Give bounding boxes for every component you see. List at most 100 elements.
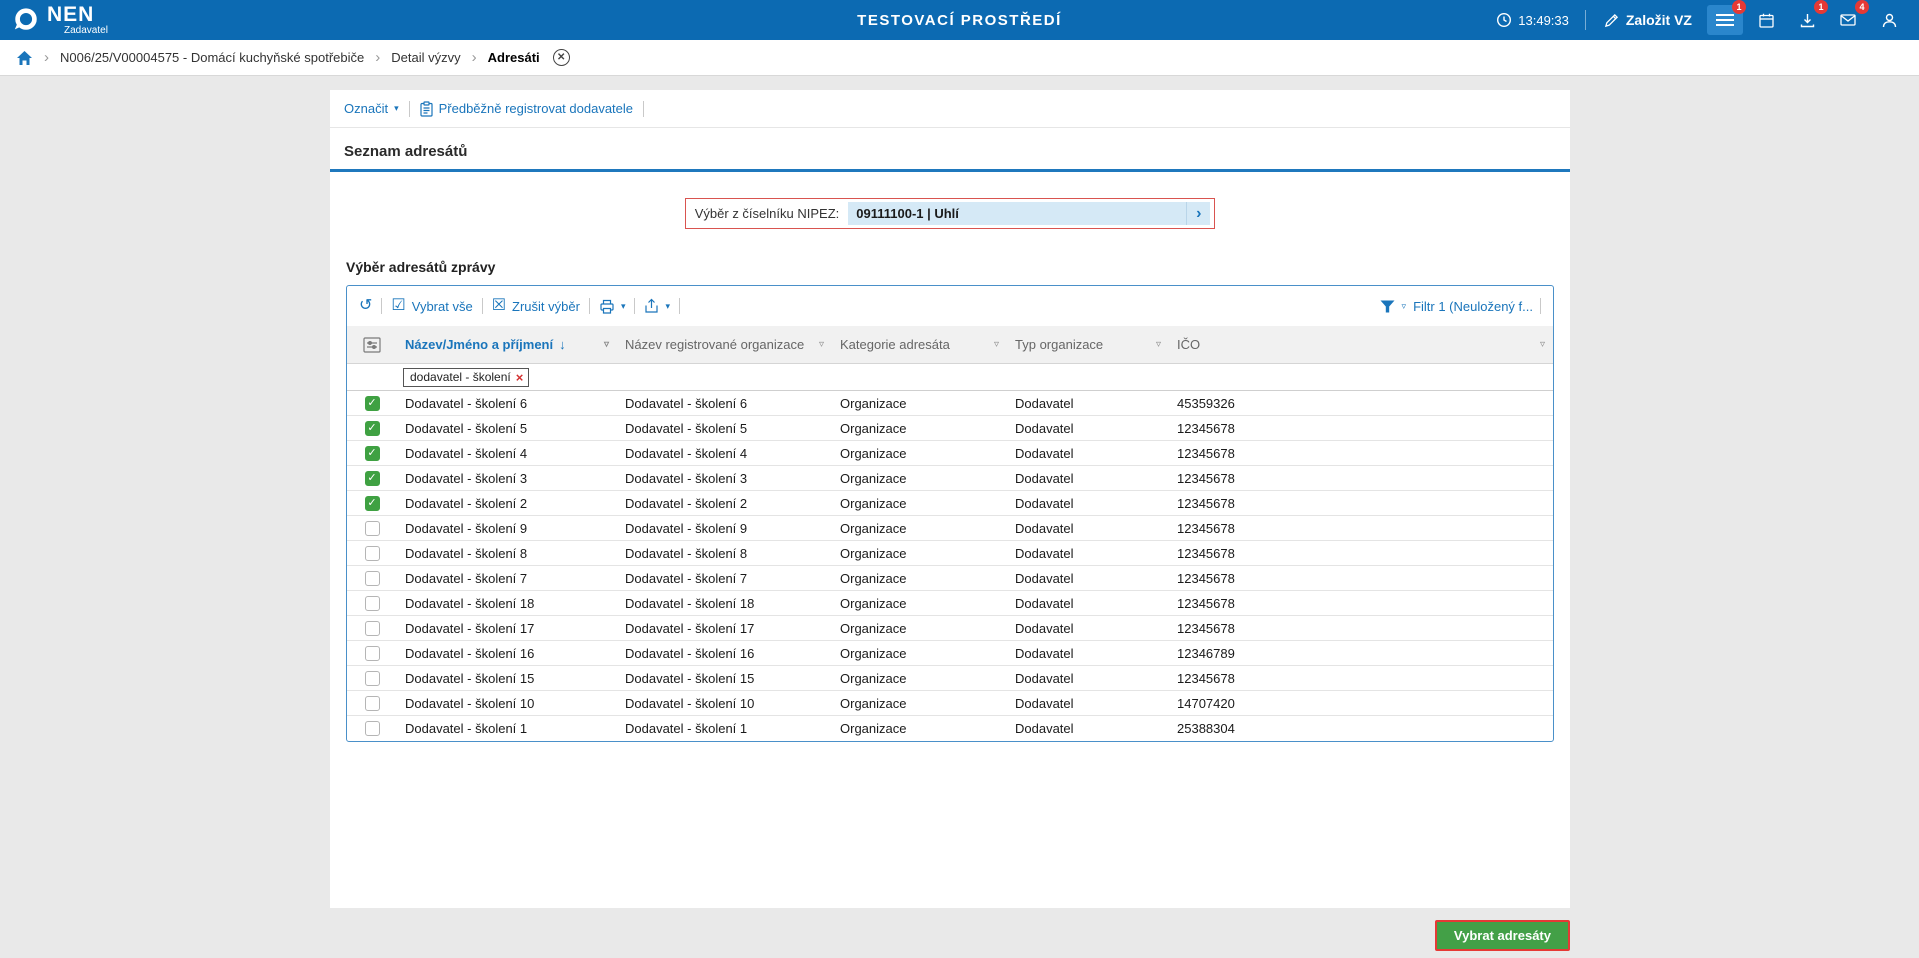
column-header-org[interactable]: Název registrované organizace ▿: [617, 326, 832, 363]
cell-org: Dodavatel - školení 18: [617, 596, 832, 611]
cell-org: Dodavatel - školení 6: [617, 396, 832, 411]
row-checkbox[interactable]: [365, 571, 380, 586]
breadcrumb-item-adresati[interactable]: Adresáti: [488, 50, 540, 65]
downloads-button[interactable]: 1: [1789, 5, 1825, 35]
home-icon[interactable]: [16, 50, 33, 66]
nipez-label: Výběr z číselníku NIPEZ:: [695, 206, 840, 221]
cell-org: Dodavatel - školení 9: [617, 521, 832, 536]
cell-category: Organizace: [832, 471, 1007, 486]
refresh-button[interactable]: ↺: [359, 298, 372, 314]
cell-org: Dodavatel - školení 3: [617, 471, 832, 486]
cell-category: Organizace: [832, 571, 1007, 586]
messages-button[interactable]: 4: [1830, 5, 1866, 35]
column-header-category[interactable]: Kategorie adresáta ▿: [832, 326, 1007, 363]
topbar: NEN Zadavatel TESTOVACÍ PROSTŘEDÍ 13:49:…: [0, 0, 1919, 40]
table-row[interactable]: Dodavatel - školení 16 Dodavatel - škole…: [347, 641, 1553, 666]
table-row[interactable]: ✓ Dodavatel - školení 3 Dodavatel - škol…: [347, 466, 1553, 491]
select-addressees-button[interactable]: Vybrat adresáty: [1435, 920, 1570, 951]
filter-chip[interactable]: dodavatel - školení ×: [403, 368, 529, 387]
create-vz-button[interactable]: Založit VZ: [1594, 12, 1702, 28]
cell-type: Dodavatel: [1007, 721, 1169, 736]
column-filter-caret-icon[interactable]: ▿: [1540, 339, 1545, 350]
column-filter-caret-icon[interactable]: ▿: [994, 339, 999, 350]
select-all-button[interactable]: ☑ Vybrat vše: [391, 298, 472, 314]
calendar-button[interactable]: [1748, 5, 1784, 35]
table-row[interactable]: ✓ Dodavatel - školení 4 Dodavatel - škol…: [347, 441, 1553, 466]
cell-name: Dodavatel - školení 6: [397, 396, 617, 411]
column-filter-caret-icon[interactable]: ▿: [819, 339, 824, 350]
calendar-icon: [1758, 12, 1775, 29]
cell-name: Dodavatel - školení 8: [397, 546, 617, 561]
table-row[interactable]: Dodavatel - školení 1 Dodavatel - školen…: [347, 716, 1553, 741]
column-filter-caret-icon[interactable]: ▿: [604, 339, 609, 350]
row-checkbox[interactable]: ✓: [365, 496, 380, 511]
breadcrumb-item-contract[interactable]: N006/25/V00004575 - Domácí kuchyňské spo…: [60, 50, 364, 65]
addressees-grid: ↺ ☑ Vybrat vše ☒ Zrušit výběr ▾: [346, 285, 1554, 742]
cell-ico: 12345678: [1169, 571, 1553, 586]
row-checkbox[interactable]: [365, 521, 380, 536]
cell-category: Organizace: [832, 696, 1007, 711]
filter-icon[interactable]: [1380, 300, 1395, 313]
cell-ico: 12345678: [1169, 446, 1553, 461]
close-tab-icon[interactable]: ✕: [553, 49, 570, 66]
active-filter-label[interactable]: Filtr 1 (Neuložený f...: [1413, 299, 1533, 314]
table-row[interactable]: ✓ Dodavatel - školení 2 Dodavatel - škol…: [347, 491, 1553, 516]
cell-org: Dodavatel - školení 16: [617, 646, 832, 661]
edit-icon: [1604, 13, 1619, 28]
column-header-ico[interactable]: IČO ▿: [1169, 326, 1553, 363]
row-checkbox[interactable]: ✓: [365, 396, 380, 411]
table-row[interactable]: ✓ Dodavatel - školení 5 Dodavatel - škol…: [347, 416, 1553, 441]
separator: [679, 298, 680, 314]
chevron-right-icon: ›: [375, 49, 380, 66]
row-checkbox[interactable]: [365, 646, 380, 661]
separator: [482, 298, 483, 314]
cell-name: Dodavatel - školení 16: [397, 646, 617, 661]
caret-down-icon[interactable]: ▿: [1402, 301, 1407, 312]
checkbox-cross-icon: ☒: [492, 298, 506, 314]
row-checkbox[interactable]: [365, 696, 380, 711]
column-header-name[interactable]: Název/Jméno a příjmení ↓ ▿: [397, 326, 617, 363]
chevron-right-icon: ›: [44, 49, 49, 66]
preregister-supplier-button[interactable]: Předběžně registrovat dodavatele: [420, 101, 633, 117]
print-button[interactable]: ▾: [599, 299, 626, 314]
column-chooser[interactable]: [347, 326, 397, 363]
table-row[interactable]: Dodavatel - školení 18 Dodavatel - škole…: [347, 591, 1553, 616]
chevron-right-icon[interactable]: ›: [1186, 202, 1210, 225]
nen-logo-icon: [12, 6, 40, 34]
table-row[interactable]: Dodavatel - školení 10 Dodavatel - škole…: [347, 691, 1553, 716]
row-checkbox[interactable]: ✓: [365, 446, 380, 461]
row-checkbox[interactable]: [365, 671, 380, 686]
table-row[interactable]: Dodavatel - školení 8 Dodavatel - školen…: [347, 541, 1553, 566]
row-checkbox[interactable]: [365, 621, 380, 636]
table-row[interactable]: Dodavatel - školení 9 Dodavatel - školen…: [347, 516, 1553, 541]
table-row[interactable]: Dodavatel - školení 15 Dodavatel - škole…: [347, 666, 1553, 691]
nipez-field[interactable]: 09111100-1 | Uhlí ›: [848, 202, 1210, 225]
export-button[interactable]: ▾: [644, 298, 670, 314]
user-button[interactable]: [1871, 5, 1907, 35]
remove-filter-icon[interactable]: ×: [516, 370, 524, 385]
row-checkbox[interactable]: ✓: [365, 471, 380, 486]
grid-title: Výběr adresátů zprávy: [330, 259, 1570, 275]
cell-org: Dodavatel - školení 1: [617, 721, 832, 736]
cell-name: Dodavatel - školení 15: [397, 671, 617, 686]
column-header-type[interactable]: Typ organizace ▿: [1007, 326, 1169, 363]
table-row[interactable]: Dodavatel - školení 7 Dodavatel - školen…: [347, 566, 1553, 591]
row-checkbox[interactable]: [365, 546, 380, 561]
cell-category: Organizace: [832, 496, 1007, 511]
cell-org: Dodavatel - školení 8: [617, 546, 832, 561]
checkbox-checked-icon: ☑: [391, 298, 405, 314]
row-checkbox[interactable]: [365, 721, 380, 736]
table-row[interactable]: Dodavatel - školení 17 Dodavatel - škole…: [347, 616, 1553, 641]
table-row[interactable]: ✓ Dodavatel - školení 6 Dodavatel - škol…: [347, 391, 1553, 416]
nen-brand[interactable]: NEN Zadavatel: [12, 4, 108, 36]
separator: [589, 298, 590, 314]
clear-selection-button[interactable]: ☒ Zrušit výběr: [492, 298, 580, 314]
row-checkbox[interactable]: [365, 596, 380, 611]
cell-type: Dodavatel: [1007, 496, 1169, 511]
row-checkbox[interactable]: ✓: [365, 421, 380, 436]
cell-ico: 25388304: [1169, 721, 1553, 736]
breadcrumb-item-detail[interactable]: Detail výzvy: [391, 50, 460, 65]
column-filter-caret-icon[interactable]: ▿: [1156, 339, 1161, 350]
menu-button[interactable]: 1: [1707, 5, 1743, 35]
mark-dropdown[interactable]: Označit ▾: [344, 101, 399, 116]
